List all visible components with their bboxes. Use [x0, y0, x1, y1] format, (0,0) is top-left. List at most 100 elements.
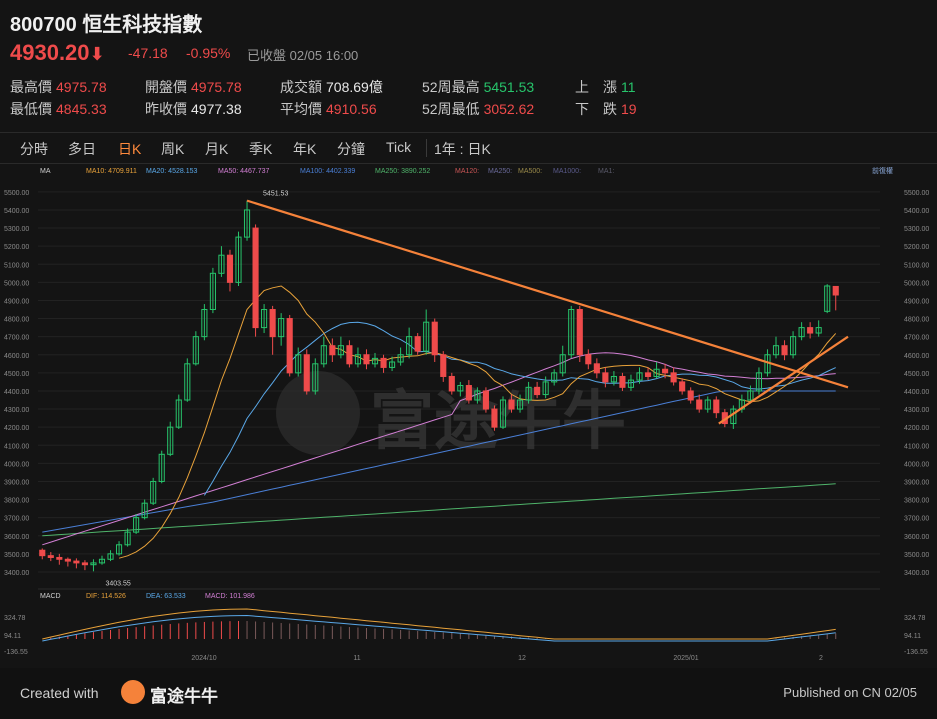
stat-item: 52周最高 5451.53 — [422, 77, 534, 97]
low-annotation: 3403.55 — [105, 580, 130, 587]
candle-body — [781, 345, 788, 356]
candle-body — [832, 285, 839, 296]
candle-body — [81, 562, 88, 566]
y-tick-left: 3800.00 — [4, 498, 29, 505]
stat-value: 708.69億 — [326, 79, 383, 95]
candle-body — [662, 368, 669, 374]
stat-label: 最低價 — [10, 101, 52, 117]
y-tick-left: 4100.00 — [4, 443, 29, 450]
stat-item: 成交額 708.69億 — [280, 77, 383, 97]
index-title: 800700 恒生科技指數 — [10, 8, 202, 37]
macd-legend-item: MACD — [40, 593, 61, 600]
candle-body — [807, 327, 814, 334]
stat-value: 4977.38 — [191, 101, 242, 117]
published-label: Published on CN 02/05 — [783, 685, 917, 700]
y-tick-left: 4800.00 — [4, 317, 29, 324]
y-tick-left: 3400.00 — [4, 570, 29, 577]
y-tick-right: 4200.00 — [904, 425, 929, 432]
x-tick-label: 2 — [819, 655, 823, 662]
candle-body — [465, 385, 472, 401]
stat-label: 上 漲 — [575, 79, 617, 95]
candle-body — [585, 354, 592, 365]
macd-legend-item: DEA: 63.533 — [146, 593, 186, 600]
price-change: -47.18 — [128, 45, 168, 61]
y-tick-left: 4600.00 — [4, 353, 29, 360]
period-tab-bar: 分時 多日 日K 周K 月K 季K 年K 分鐘 Tick 1年 : 日K — [0, 132, 937, 164]
candle-body — [679, 381, 686, 392]
macd-legend-item: MACD: 101.986 — [205, 593, 255, 600]
y-tick-right: 4100.00 — [904, 443, 929, 450]
y-tick-right: 4000.00 — [904, 461, 929, 468]
candle-body — [380, 357, 387, 368]
candle-body — [687, 390, 694, 401]
tab-4[interactable]: 月K — [205, 139, 228, 159]
x-tick-label: 2024/10 — [191, 655, 216, 662]
candle-body — [303, 354, 310, 392]
y-tick-left: 5300.00 — [4, 226, 29, 233]
ma-legend-item: MA100: 4402.339 — [300, 168, 355, 175]
tab-3[interactable]: 周K — [161, 139, 184, 159]
tab-7[interactable]: 分鐘 — [337, 139, 365, 159]
candle-body — [431, 321, 438, 356]
y-tick-right: 4700.00 — [904, 335, 929, 342]
candle-body — [64, 558, 71, 562]
y-tick-left: 5400.00 — [4, 208, 29, 215]
ma-legend-item: MA1000: — [553, 168, 581, 175]
tab-5[interactable]: 季K — [249, 139, 272, 159]
candle-body — [670, 372, 677, 383]
tab-1[interactable]: 多日 — [68, 139, 96, 159]
candle-body — [440, 354, 447, 377]
candle-body — [56, 556, 63, 560]
candle-body — [482, 390, 489, 410]
y-tick-right: 3900.00 — [904, 479, 929, 486]
y-tick-left: 3900.00 — [4, 479, 29, 486]
candle-body — [39, 549, 46, 557]
ma-legend-item: MA50: 4467.737 — [218, 168, 269, 175]
stat-item: 最低價 4845.33 — [10, 99, 107, 119]
ma-legend-item: MA20: 4528.153 — [146, 168, 197, 175]
y-tick-right: 5400.00 — [904, 208, 929, 215]
y-tick-left: 4500.00 — [4, 371, 29, 378]
futu-logo-icon — [121, 680, 145, 704]
stat-value: 4975.78 — [191, 79, 242, 95]
candle-body — [73, 560, 80, 564]
tab-9[interactable]: 1年 : 日K — [434, 139, 491, 159]
candle-body — [713, 399, 720, 414]
y-tick-left: 5500.00 — [4, 190, 29, 197]
y-tick-left: 4900.00 — [4, 298, 29, 305]
stat-item: 平均價 4910.56 — [280, 99, 377, 119]
index-code: 800700 — [10, 14, 77, 36]
y-tick-right: 3500.00 — [904, 552, 929, 559]
y-tick-left: 5200.00 — [4, 244, 29, 251]
y-tick-right: 3600.00 — [904, 534, 929, 541]
stat-label: 52周最高 — [422, 79, 480, 95]
candle-body — [696, 399, 703, 410]
macd-tick-right: 324.78 — [904, 615, 926, 622]
tab-2[interactable]: 日K — [118, 139, 141, 159]
y-tick-right: 4400.00 — [904, 389, 929, 396]
x-tick-label: 2025/01 — [673, 655, 698, 662]
macd-tick-right: -136.55 — [904, 649, 928, 656]
x-tick-label: 12 — [518, 655, 526, 662]
candle-body — [363, 354, 370, 365]
y-tick-right: 5200.00 — [904, 244, 929, 251]
tab-8[interactable]: Tick — [386, 139, 411, 155]
y-tick-left: 3600.00 — [4, 534, 29, 541]
candle-body — [252, 227, 259, 329]
down-arrow-icon: ⬇ — [89, 44, 105, 64]
x-tick-label: 11 — [353, 655, 360, 662]
y-tick-left: 4200.00 — [4, 425, 29, 432]
macd-tick-left: 94.11 — [4, 633, 21, 640]
y-tick-right: 4300.00 — [904, 407, 929, 414]
candle-body — [286, 318, 293, 374]
stat-item: 上 漲 11 — [575, 77, 636, 97]
tab-6[interactable]: 年K — [293, 139, 316, 159]
last-price: 4930.20⬇ — [10, 40, 105, 65]
y-tick-left: 3700.00 — [4, 516, 29, 523]
y-tick-right: 4800.00 — [904, 317, 929, 324]
ma-legend-item: MA250: — [488, 168, 512, 175]
tab-0[interactable]: 分時 — [20, 139, 48, 159]
y-tick-left: 4300.00 — [4, 407, 29, 414]
candle-body — [576, 309, 583, 356]
macd-legend-item: DIF: 114.526 — [86, 593, 126, 600]
